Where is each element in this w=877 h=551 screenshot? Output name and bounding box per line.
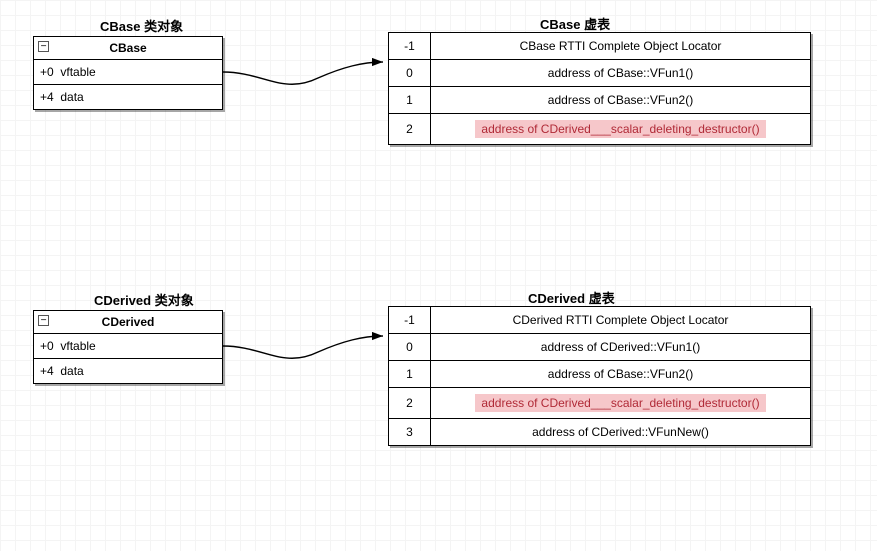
row-field: data — [60, 364, 83, 378]
cbase-class-name: CBase — [109, 41, 146, 55]
vtable-index: 0 — [389, 60, 431, 87]
collapse-icon: − — [38, 315, 49, 326]
vtable-entry-highlight: address of CDerived___scalar_deleting_de… — [431, 114, 811, 145]
cderived-vtable-title: CDerived 虚表 — [528, 288, 615, 307]
class-row: +0 vftable — [34, 60, 222, 85]
row-field: vftable — [60, 65, 95, 79]
table-row: 1 address of CBase::VFun2() — [389, 361, 811, 388]
arrow-cderived — [223, 334, 393, 374]
table-row: -1 CDerived RTTI Complete Object Locator — [389, 307, 811, 334]
vtable-index: 2 — [389, 114, 431, 145]
arrow-cbase — [223, 60, 393, 100]
vtable-index: 2 — [389, 388, 431, 419]
cderived-vtable: -1 CDerived RTTI Complete Object Locator… — [388, 306, 811, 446]
vtable-index: 3 — [389, 419, 431, 446]
collapse-icon: − — [38, 41, 49, 52]
row-field: vftable — [60, 339, 95, 353]
row-offset: +0 — [40, 339, 54, 353]
vtable-entry: address of CBase::VFun2() — [431, 361, 811, 388]
class-row: +4 data — [34, 85, 222, 109]
table-row: 0 address of CBase::VFun1() — [389, 60, 811, 87]
vtable-index: -1 — [389, 33, 431, 60]
table-row: 2 address of CDerived___scalar_deleting_… — [389, 388, 811, 419]
vtable-entry: address of CBase::VFun2() — [431, 87, 811, 114]
row-offset: +0 — [40, 65, 54, 79]
table-row: 0 address of CDerived::VFun1() — [389, 334, 811, 361]
vtable-entry: address of CDerived::VFunNew() — [431, 419, 811, 446]
vtable-index: 1 — [389, 87, 431, 114]
cderived-class-box: − CDerived +0 vftable +4 data — [33, 310, 223, 384]
class-row: +0 vftable — [34, 334, 222, 359]
vtable-index: 1 — [389, 361, 431, 388]
cderived-object-title: CDerived 类对象 — [94, 290, 194, 309]
table-row: 3 address of CDerived::VFunNew() — [389, 419, 811, 446]
vtable-entry: address of CDerived::VFun1() — [431, 334, 811, 361]
cderived-class-name: CDerived — [102, 315, 155, 329]
vtable-entry-highlight: address of CDerived___scalar_deleting_de… — [431, 388, 811, 419]
vtable-entry: CDerived RTTI Complete Object Locator — [431, 307, 811, 334]
vtable-index: 0 — [389, 334, 431, 361]
cbase-object-title: CBase 类对象 — [100, 16, 183, 35]
row-offset: +4 — [40, 90, 54, 104]
cderived-class-header: − CDerived — [34, 311, 222, 334]
cbase-class-box: − CBase +0 vftable +4 data — [33, 36, 223, 110]
highlight-text: address of CDerived___scalar_deleting_de… — [475, 120, 765, 138]
class-row: +4 data — [34, 359, 222, 383]
vtable-entry: CBase RTTI Complete Object Locator — [431, 33, 811, 60]
cbase-vtable: -1 CBase RTTI Complete Object Locator 0 … — [388, 32, 811, 145]
table-row: 2 address of CDerived___scalar_deleting_… — [389, 114, 811, 145]
table-row: 1 address of CBase::VFun2() — [389, 87, 811, 114]
row-offset: +4 — [40, 364, 54, 378]
vtable-entry: address of CBase::VFun1() — [431, 60, 811, 87]
highlight-text: address of CDerived___scalar_deleting_de… — [475, 394, 765, 412]
cbase-class-header: − CBase — [34, 37, 222, 60]
cbase-vtable-title: CBase 虚表 — [540, 14, 610, 33]
table-row: -1 CBase RTTI Complete Object Locator — [389, 33, 811, 60]
vtable-index: -1 — [389, 307, 431, 334]
row-field: data — [60, 90, 83, 104]
